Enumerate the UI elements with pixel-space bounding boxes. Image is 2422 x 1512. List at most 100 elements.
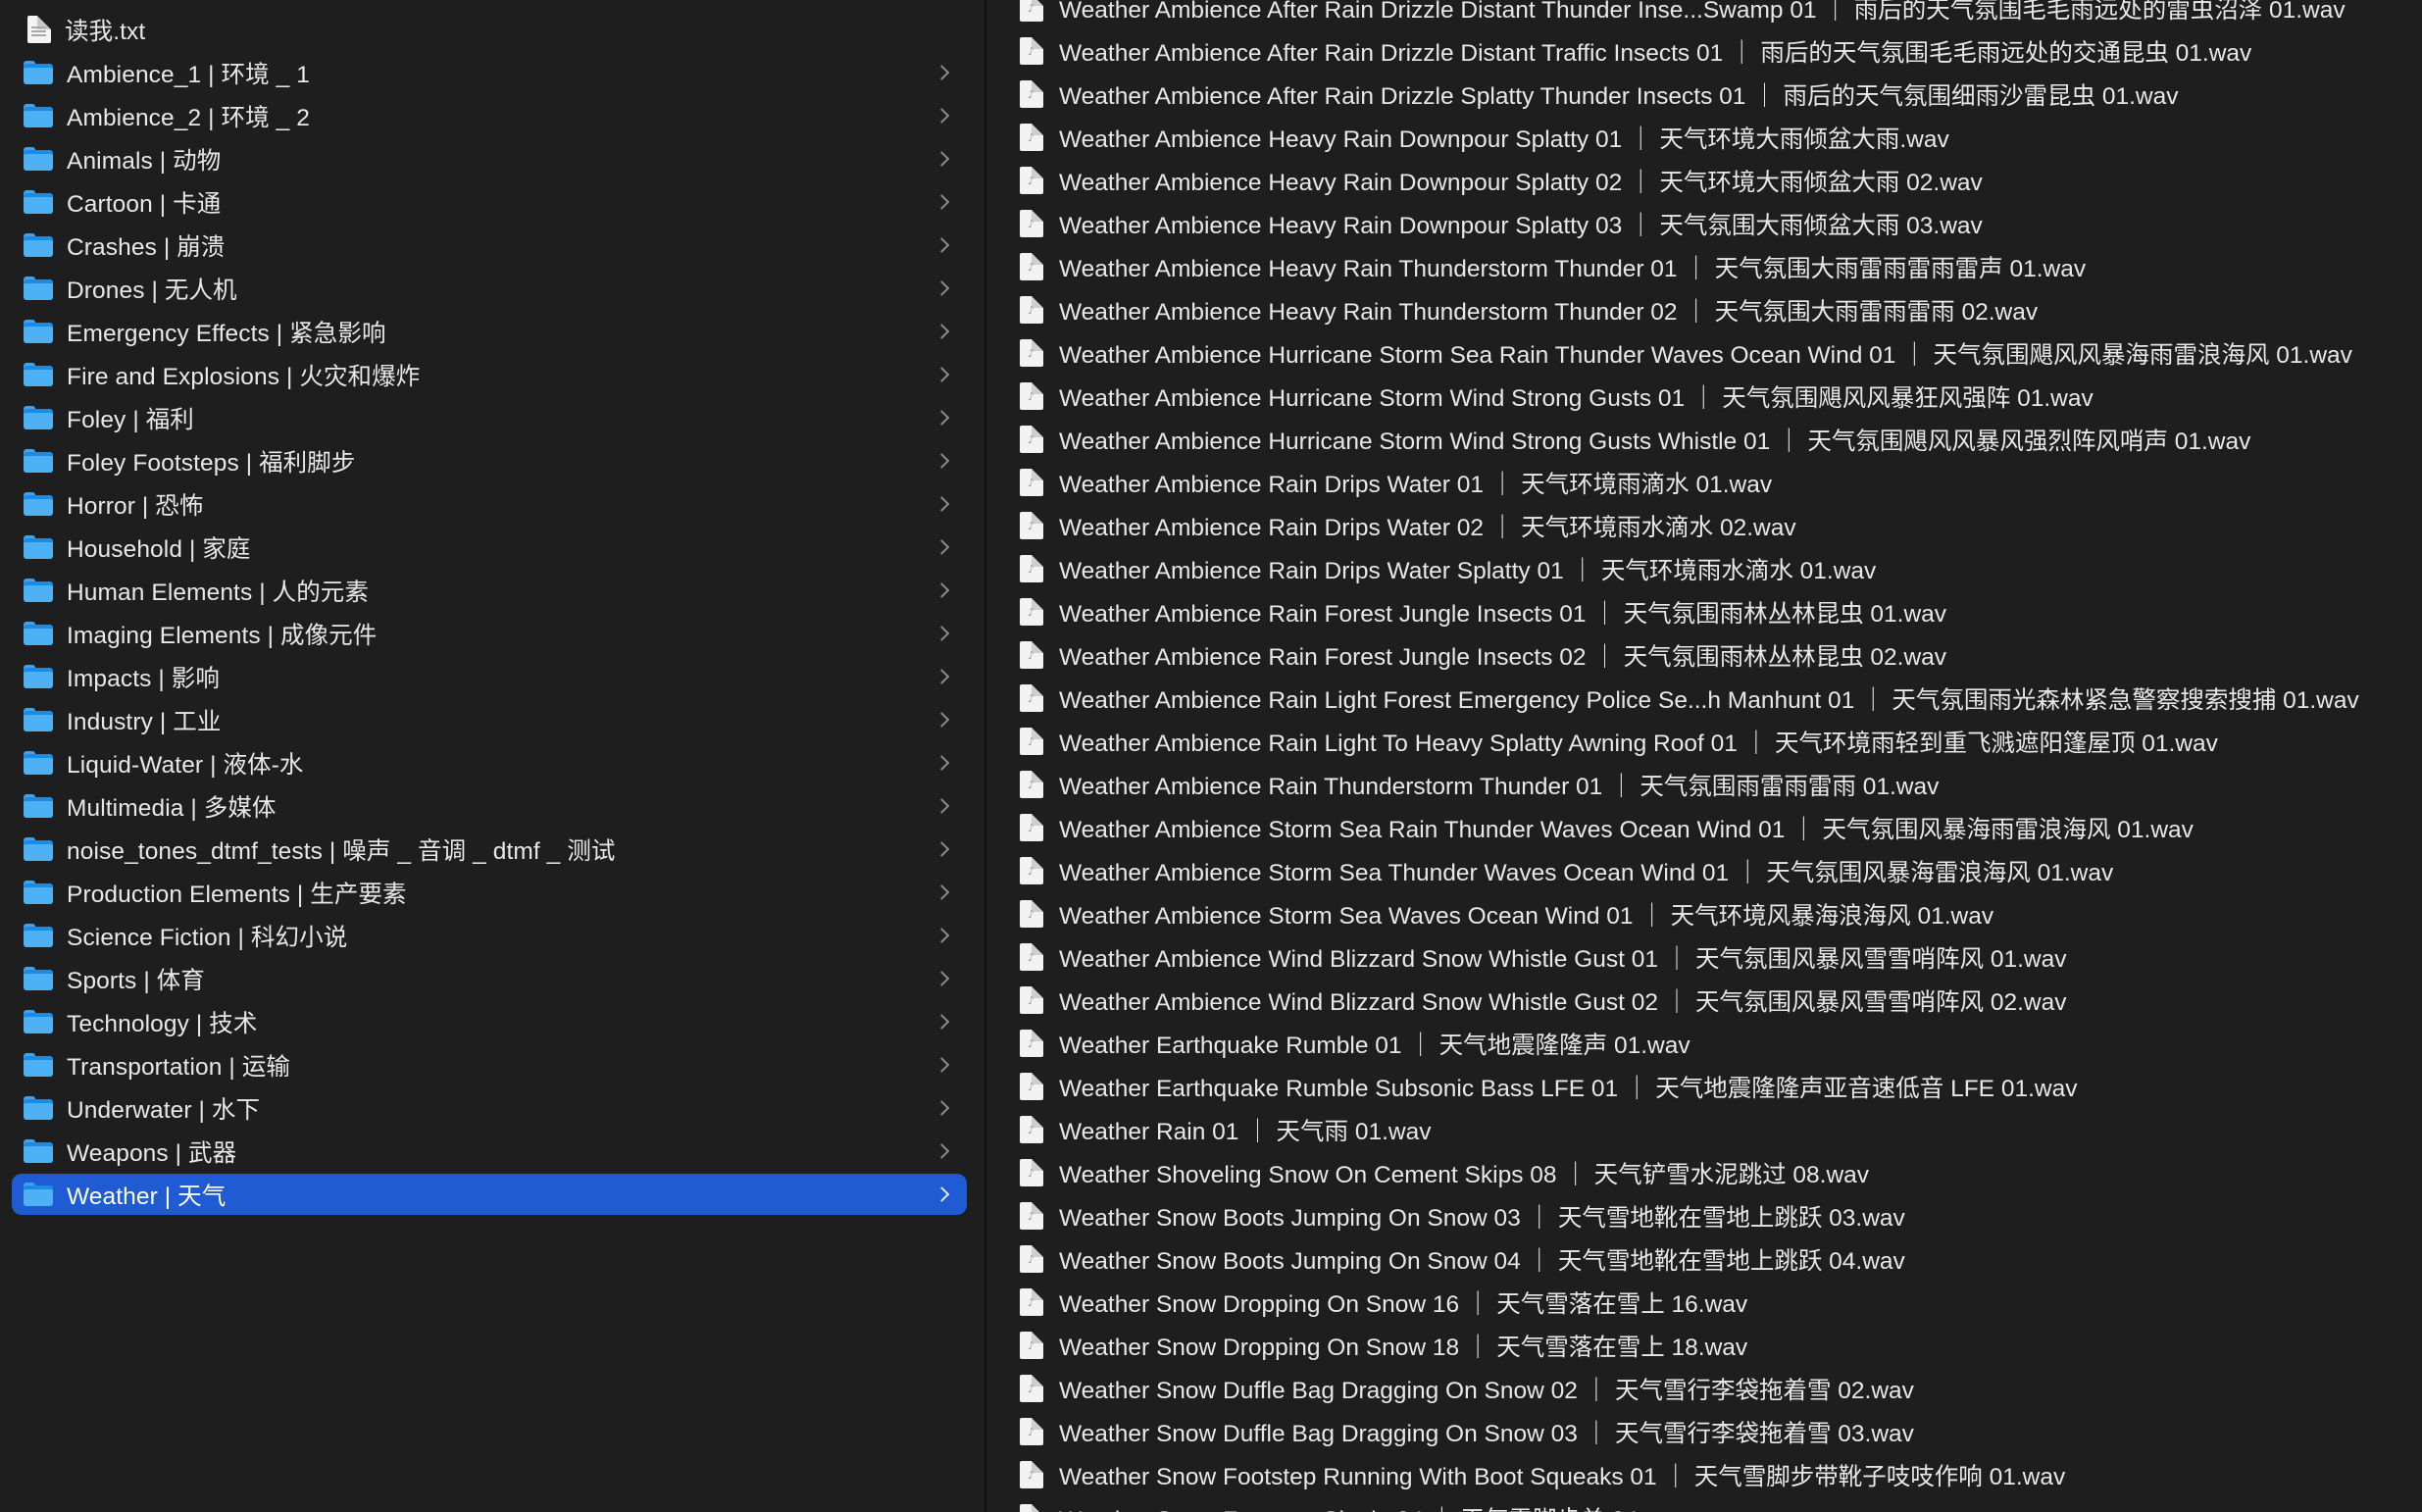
folder-item[interactable]: Emergency Effects | 紧急影响 — [12, 311, 967, 352]
folder-item[interactable]: Foley | 福利 — [12, 397, 967, 438]
folder-item-selected[interactable]: Weather | 天气 — [12, 1174, 967, 1215]
folder-item[interactable]: Human Elements | 人的元素 — [12, 570, 967, 611]
file-item[interactable]: ♪ Weather Ambience Rain Light To Heavy Sp… — [1020, 721, 2412, 762]
folder-item[interactable]: Foley Footsteps | 福利脚步 — [12, 440, 967, 481]
folder-item[interactable]: Science Fiction | 科幻小说 — [12, 915, 967, 956]
folder-item[interactable]: Technology | 技术 — [12, 1001, 967, 1042]
folder-name: Ambience_1 | 环境 _ 1 — [67, 61, 310, 88]
file-item[interactable]: ♪ Weather Ambience Heavy Rain Downpour Sp… — [1020, 160, 2412, 201]
file-item[interactable]: ♪ Weather Ambience Rain Thunderstorm Thun… — [1020, 764, 2412, 805]
file-name: Weather Ambience Rain Thunderstorm Thund… — [1059, 773, 1940, 800]
file-item[interactable]: ♪ Weather Snow Dropping On Snow 18 ｜ 天气雪落… — [1020, 1325, 2412, 1366]
folder-item[interactable]: Sports | 体育 — [12, 958, 967, 999]
file-item[interactable]: ♪ Weather Ambience Wind Blizzard Snow Whi… — [1020, 936, 2412, 978]
file-item[interactable]: ♪ Weather Ambience Wind Blizzard Snow Whi… — [1020, 980, 2412, 1021]
chevron-right-icon — [933, 1100, 950, 1116]
chevron-right-icon — [933, 755, 950, 771]
file-name: Weather Ambience After Rain Drizzle Spla… — [1059, 82, 2179, 110]
folder-item[interactable]: Weapons | 武器 — [12, 1131, 967, 1172]
file-item[interactable]: ♪ Weather Ambience Rain Drips Water 01 ｜ … — [1020, 462, 2412, 503]
file-item[interactable]: ♪ Weather Snow Boots Jumping On Snow 03 ｜… — [1020, 1195, 2412, 1236]
file-item[interactable]: ♪ Weather Ambience Rain Drips Water Splat… — [1020, 548, 2412, 589]
file-item[interactable]: ♪ Weather Snow Duffle Bag Dragging On Sno… — [1020, 1368, 2412, 1409]
file-item[interactable]: ♪ Weather Ambience Storm Sea Waves Ocean … — [1020, 893, 2412, 934]
file-item[interactable]: ♪ Weather Ambience Rain Drips Water 02 ｜ … — [1020, 505, 2412, 546]
chevron-right-icon — [933, 496, 950, 512]
audio-file-icon: ♪ — [1020, 210, 1043, 237]
folder-item[interactable]: Crashes | 崩溃 — [12, 225, 967, 266]
chevron-right-icon — [933, 237, 950, 253]
folder-item[interactable]: Transportation | 运输 — [12, 1044, 967, 1085]
folder-item[interactable]: Imaging Elements | 成像元件 — [12, 613, 967, 654]
folder-item[interactable]: Household | 家庭 — [12, 527, 967, 568]
folder-item[interactable]: Fire and Explosions | 火灾和爆炸 — [12, 354, 967, 395]
file-item[interactable]: ♪ Weather Ambience Rain Forest Jungle Ins… — [1020, 634, 2412, 676]
file-item[interactable]: ♪ Weather Rain 01 ｜ 天气雨 01.wav — [1020, 1109, 2412, 1150]
file-item[interactable]: ♪ Weather Ambience Storm Sea Rain Thunder… — [1020, 807, 2412, 848]
folder-item[interactable]: Liquid-Water | 液体-水 — [12, 742, 967, 783]
file-name: Weather Snow Footstep Single 04 ｜ 天气雪脚步单… — [1059, 1501, 1688, 1512]
file-item[interactable]: ♪ Weather Snow Footstep Running With Boot… — [1020, 1454, 2412, 1495]
chevron-right-icon — [933, 712, 950, 728]
folder-item[interactable]: Industry | 工业 — [12, 699, 967, 740]
file-item[interactable]: ♪ Weather Snow Duffle Bag Dragging On Sno… — [1020, 1411, 2412, 1452]
folder-item[interactable]: noise_tones_dtmf_tests | 噪声 _ 音调 _ dtmf … — [12, 829, 967, 870]
folder-item[interactable]: Ambience_1 | 环境 _ 1 — [12, 52, 967, 93]
file-item[interactable]: ♪ Weather Snow Boots Jumping On Snow 04 ｜… — [1020, 1238, 2412, 1280]
folder-name: Drones | 无人机 — [67, 277, 237, 304]
file-item[interactable]: ♪ Weather Ambience Rain Light Forest Emer… — [1020, 678, 2412, 719]
folder-icon — [24, 1053, 53, 1077]
file-name: Weather Ambience After Rain Drizzle Dist… — [1059, 39, 2252, 67]
file-item[interactable]: ♪ Weather Ambience Heavy Rain Downpour Sp… — [1020, 117, 2412, 158]
folder-item[interactable]: Ambience_2 | 环境 _ 2 — [12, 95, 967, 136]
chevron-right-icon — [933, 1014, 950, 1030]
file-item[interactable]: ♪ Weather Ambience Storm Sea Thunder Wave… — [1020, 850, 2412, 891]
file-item[interactable]: ♪ Weather Ambience Rain Forest Jungle Ins… — [1020, 591, 2412, 632]
file-name: Weather Ambience Heavy Rain Downpour Spl… — [1059, 169, 1983, 196]
folder-name: Ambience_2 | 环境 _ 2 — [67, 104, 310, 131]
folder-name: Foley | 福利 — [67, 406, 194, 433]
file-name: Weather Ambience Wind Blizzard Snow Whis… — [1059, 988, 2067, 1016]
chevron-right-icon — [933, 108, 950, 124]
file-item[interactable]: ♪ Weather Ambience Heavy Rain Downpour Sp… — [1020, 203, 2412, 244]
list-item-readme-file[interactable]: 读我.txt — [12, 9, 967, 50]
file-item[interactable]: ♪ Weather Ambience After Rain Drizzle Dis… — [1020, 30, 2412, 72]
audio-file-icon: ♪ — [1020, 943, 1043, 971]
file-item[interactable]: ♪ Weather Ambience Heavy Rain Thunderstor… — [1020, 289, 2412, 330]
audio-file-icon: ♪ — [1020, 814, 1043, 841]
folder-item[interactable]: Animals | 动物 — [12, 138, 967, 179]
file-item[interactable]: ♪ Weather Ambience Heavy Rain Thunderstor… — [1020, 246, 2412, 287]
folder-name: Industry | 工业 — [67, 708, 222, 735]
folder-item[interactable]: Horror | 恐怖 — [12, 483, 967, 525]
file-item[interactable]: ♪ Weather Snow Footstep Single 04 ｜ 天气雪脚步… — [1020, 1497, 2412, 1512]
folder-icon — [24, 708, 53, 731]
file-item[interactable]: ♪ Weather Snow Dropping On Snow 16 ｜ 天气雪落… — [1020, 1282, 2412, 1323]
folder-icon — [24, 277, 53, 300]
file-item[interactable]: ♪ Weather Ambience Hurricane Storm Sea Ra… — [1020, 332, 2412, 374]
folder-item[interactable]: Drones | 无人机 — [12, 268, 967, 309]
audio-file-icon: ♪ — [1020, 124, 1043, 151]
file-item[interactable]: ♪ Weather Ambience After Rain Drizzle Dis… — [1020, 0, 2412, 28]
file-column[interactable]: ♪ Weather Ambience After Rain Drizzle Dis… — [986, 0, 2422, 1512]
file-item[interactable]: ♪ Weather Ambience Hurricane Storm Wind S… — [1020, 376, 2412, 417]
folder-icon — [24, 104, 53, 127]
folder-item[interactable]: Production Elements | 生产要素 — [12, 872, 967, 913]
file-item[interactable]: ♪ Weather Ambience After Rain Drizzle Spl… — [1020, 74, 2412, 115]
folder-item[interactable]: Impacts | 影响 — [12, 656, 967, 697]
file-name: Weather Ambience Rain Drips Water 01 ｜ 天… — [1059, 471, 1773, 498]
folder-item[interactable]: Cartoon | 卡通 — [12, 181, 967, 223]
audio-file-icon: ♪ — [1020, 1073, 1043, 1100]
file-item[interactable]: ♪ Weather Shoveling Snow On Cement Skips … — [1020, 1152, 2412, 1193]
folder-item[interactable]: Multimedia | 多媒体 — [12, 785, 967, 827]
folder-item[interactable]: Underwater | 水下 — [12, 1087, 967, 1129]
chevron-right-icon — [933, 1143, 950, 1159]
file-item[interactable]: ♪ Weather Earthquake Rumble Subsonic Bass… — [1020, 1066, 2412, 1107]
file-item[interactable]: ♪ Weather Earthquake Rumble 01 ｜ 天气地震隆隆声 … — [1020, 1023, 2412, 1064]
folder-name: Emergency Effects | 紧急影响 — [67, 320, 386, 347]
folder-icon — [24, 751, 53, 775]
audio-file-icon: ♪ — [1020, 0, 1043, 22]
file-item[interactable]: ♪ Weather Ambience Hurricane Storm Wind S… — [1020, 419, 2412, 460]
folder-column[interactable]: 读我.txt Ambience_1 | 环境 _ 1 Ambience_2 | 环境… — [0, 0, 984, 1512]
folder-icon — [24, 61, 53, 84]
audio-file-icon: ♪ — [1020, 80, 1043, 108]
